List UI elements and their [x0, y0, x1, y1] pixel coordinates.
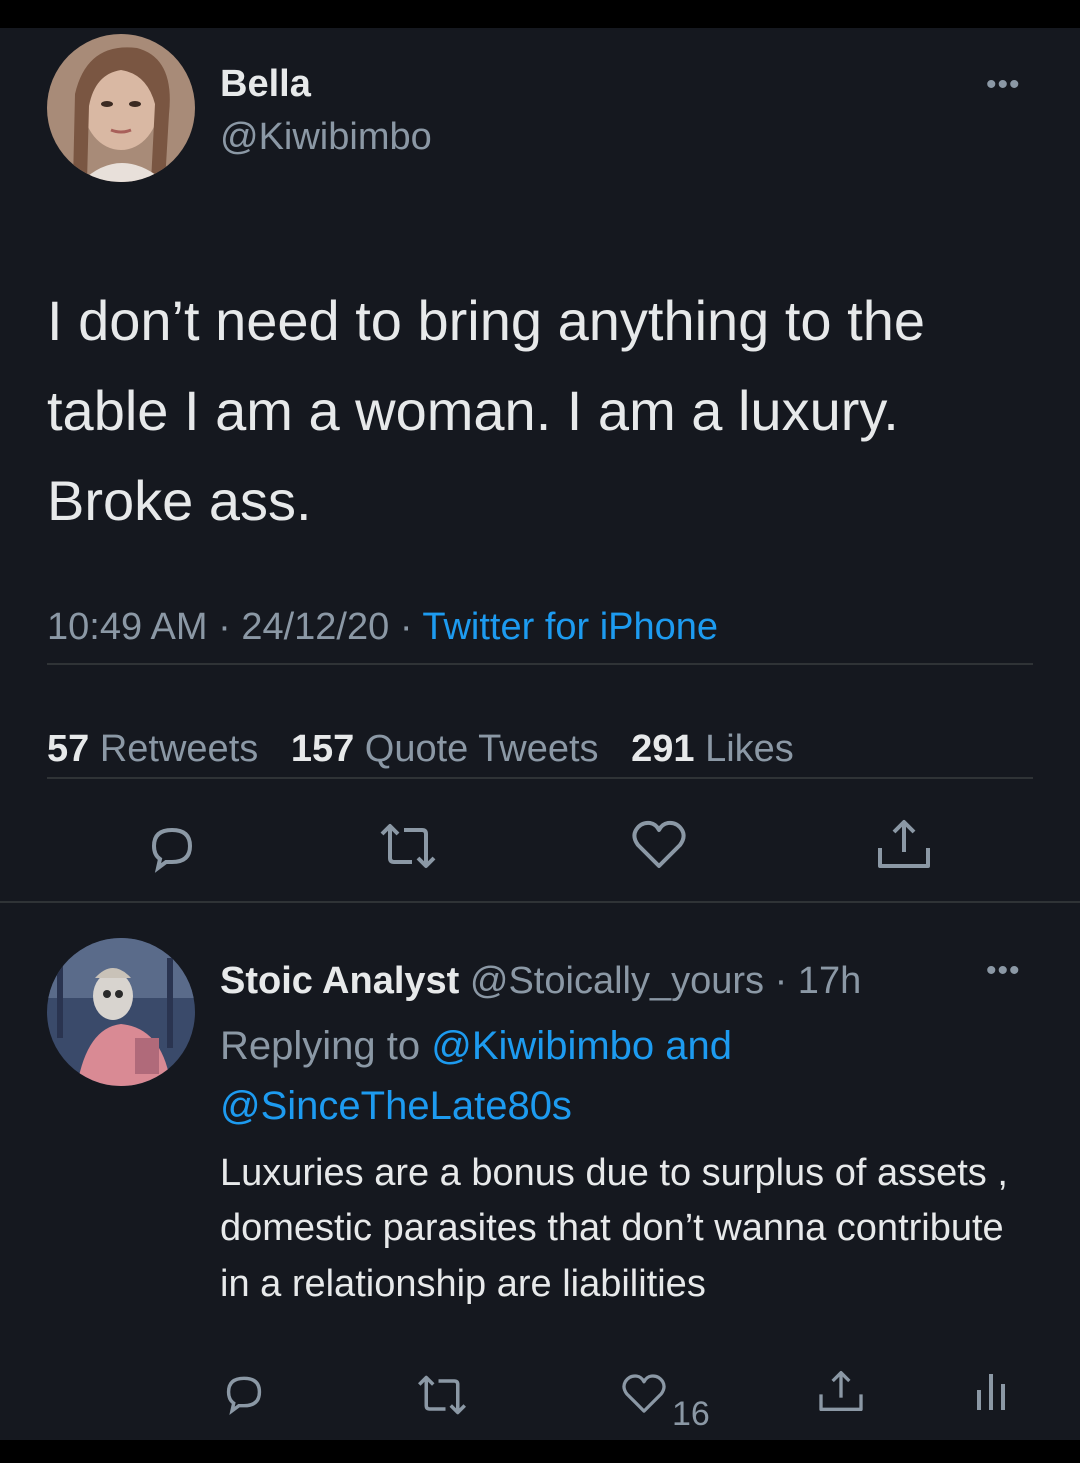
reply-author-handle[interactable]: @Stoically_yours [470, 960, 764, 1002]
like-icon[interactable] [630, 818, 688, 872]
reply-age: · 17h [774, 960, 862, 1002]
reply-author-name[interactable]: Stoic Analyst [220, 960, 459, 1002]
avatar[interactable] [47, 34, 195, 182]
retweet-icon[interactable] [376, 820, 440, 872]
tweet-source[interactable]: Twitter for iPhone [422, 606, 718, 648]
share-icon[interactable] [816, 1366, 866, 1416]
tweet-stats: 57 Retweets 157 Quote Tweets 291 Likes [47, 728, 794, 771]
tweet-meta: 10:49 AM · 24/12/20 · Twitter for iPhone [47, 606, 718, 649]
replying-to: Replying to @Kiwibimbo and @SinceTheLate… [220, 1016, 1020, 1136]
replying-to-link[interactable]: @SinceTheLate80s [220, 1084, 572, 1128]
likes-stat[interactable]: 291 Likes [631, 728, 794, 770]
tweet-text: I don’t need to bring anything to the ta… [47, 289, 925, 532]
replying-to-link[interactable]: @Kiwibimbo [431, 1024, 654, 1068]
meta-separator: · [399, 606, 413, 648]
divider [0, 901, 1080, 903]
meta-separator: · [218, 606, 231, 648]
ellipsis-icon[interactable]: ••• [986, 956, 1021, 986]
divider [47, 777, 1033, 779]
divider [47, 663, 1033, 665]
author-name[interactable]: Bella [220, 63, 311, 106]
reply-icon[interactable] [220, 1368, 268, 1416]
tweet-date: 24/12/20 [241, 606, 390, 648]
quotes-stat[interactable]: 157 Quote Tweets [291, 728, 599, 770]
avatar[interactable] [47, 938, 195, 1086]
reply-icon[interactable] [144, 818, 200, 874]
bottom-bar [0, 1440, 1080, 1463]
analytics-icon[interactable] [974, 1372, 1008, 1412]
tweet-detail-screen: Bella @Kiwibimbo ••• I don’t need to bri… [0, 28, 1080, 1440]
reply-header: Stoic Analyst @Stoically_yours · 17h [220, 960, 861, 1003]
ellipsis-icon[interactable]: ••• [986, 70, 1021, 100]
replying-prefix: Replying to [220, 1024, 421, 1068]
retweet-icon[interactable] [414, 1372, 470, 1418]
tweet-time: 10:49 AM [47, 606, 208, 648]
reply-like-count: 16 [672, 1395, 710, 1433]
share-icon[interactable] [874, 814, 934, 874]
like-icon[interactable] [620, 1372, 668, 1416]
author-handle[interactable]: @Kiwibimbo [220, 116, 432, 159]
retweets-stat[interactable]: 57 Retweets [47, 728, 258, 770]
reply-text: Luxuries are a bonus due to surplus of a… [220, 1152, 1008, 1305]
replying-conj: and [665, 1024, 733, 1068]
